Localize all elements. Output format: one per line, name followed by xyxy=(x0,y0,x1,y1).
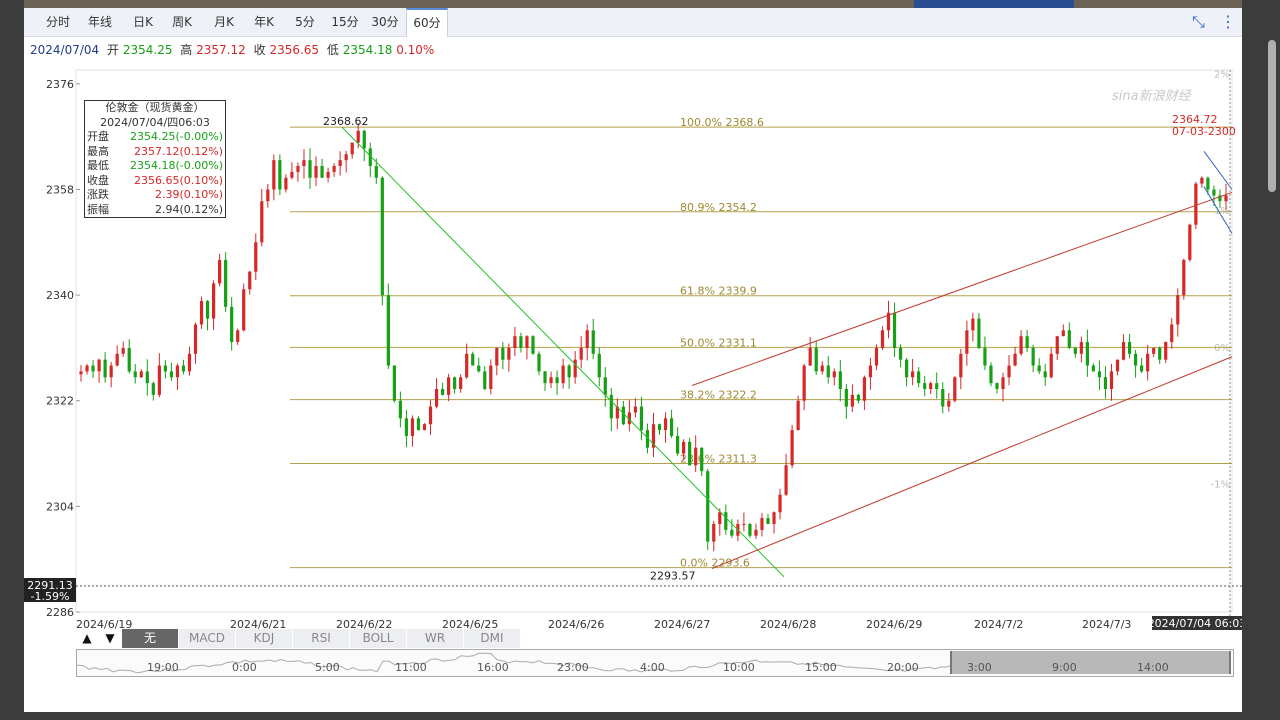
indicator-无[interactable]: 无 xyxy=(122,629,179,648)
arrow-down-button[interactable]: ▼ xyxy=(99,629,122,648)
x-tick-label: 2024/7/2 xyxy=(974,618,1023,631)
y-tick-label: 2358 xyxy=(46,183,74,196)
info-title: 伦敦金（现货黄金） xyxy=(105,101,205,114)
y-tick-label: 2286 xyxy=(46,606,74,619)
pct-tick-label: -1% xyxy=(1211,480,1230,491)
info-key: 最低 xyxy=(87,159,109,172)
candle xyxy=(796,395,800,431)
candle xyxy=(380,176,384,306)
y-tick-label: 2304 xyxy=(46,500,74,513)
info-row: 最高 2357.12(0.12%) xyxy=(85,145,225,160)
navigator-label: 0:00 xyxy=(232,661,257,674)
navigator-label: 11:00 xyxy=(395,661,427,674)
navigator-label: 20:00 xyxy=(887,661,919,674)
candle xyxy=(748,522,752,538)
x-tick-label: 2024/6/28 xyxy=(760,618,816,631)
info-row: 收盘 2356.65(0.10%) xyxy=(85,174,225,189)
indicator-kdj[interactable]: KDJ xyxy=(236,629,293,648)
indicator-bar: ▲ ▼ 无 MACD KDJ RSI BOLL WR DMI xyxy=(76,629,521,649)
indicator-rsi[interactable]: RSI xyxy=(293,629,350,648)
arrow-up-button[interactable]: ▲ xyxy=(76,629,99,648)
ohlc-info-box: 伦敦金（现货黄金） 2024/07/04/四06:03 开盘 2354.25(-0… xyxy=(84,100,226,218)
navigator-label: 10:00 xyxy=(723,661,755,674)
high-annotation: 2368.62 xyxy=(323,115,369,128)
navigator-label: 16:00 xyxy=(477,661,509,674)
navigator-label: 14:00 xyxy=(1137,661,1169,674)
fib-level-label: 38.2% 2322.2 xyxy=(680,389,757,402)
crosshair-time: 2024/07/04 06:03 xyxy=(1148,617,1242,630)
sina-watermark: sina新浪财经 xyxy=(1112,88,1193,104)
info-value: 2354.18(-0.00%) xyxy=(130,159,223,172)
info-key: 最高 xyxy=(87,144,109,158)
x-tick-label: 2024/6/26 xyxy=(548,618,604,631)
candle xyxy=(224,252,228,313)
candle xyxy=(278,154,282,196)
candle xyxy=(688,437,692,466)
candle xyxy=(199,296,204,329)
fib-level-label: 23.6% 2311.3 xyxy=(680,453,757,466)
indicator-boll[interactable]: BOLL xyxy=(350,629,407,648)
x-tick-label: 2024/6/29 xyxy=(866,618,922,631)
navigator-label: 4:00 xyxy=(640,661,665,674)
top-banner xyxy=(24,0,1242,8)
pct-tick-label: 0% xyxy=(1214,343,1230,354)
navigator-label: 3:00 xyxy=(967,661,992,674)
x-tick-label: 2024/7/3 xyxy=(1082,618,1131,631)
fib-level-label: 61.8% 2339.9 xyxy=(680,285,757,298)
candle xyxy=(790,424,794,469)
fib-level-label: 50.0% 2331.1 xyxy=(680,336,757,349)
info-key: 涨跌 xyxy=(87,188,109,201)
indicator-dmi[interactable]: DMI xyxy=(464,629,521,648)
candle xyxy=(1188,223,1192,262)
banner-accent xyxy=(914,0,1074,8)
recent-high-time: 07-03-2300 xyxy=(1172,125,1236,138)
info-row: 最低 2354.18(-0.00%) xyxy=(85,159,225,174)
candle xyxy=(989,362,993,387)
candle xyxy=(1182,258,1186,300)
low-annotation: 2293.57 xyxy=(650,570,696,583)
fib-level-label: 80.9% 2354.2 xyxy=(680,201,757,214)
candle xyxy=(531,335,535,355)
candle xyxy=(386,283,390,369)
page-scrollbar[interactable] xyxy=(1268,40,1276,192)
candle xyxy=(953,376,957,403)
fib-level-label: 100.0% 2368.6 xyxy=(680,116,764,129)
chart-panel: 分时 年线 日K 周K 月K 年K 5分 15分 30分 60分 ⤡ ⋮ 2024/07/04 开… xyxy=(24,8,1242,712)
info-value: 2356.65(0.10%) xyxy=(133,173,223,187)
pct-tick-label: 2% xyxy=(1214,69,1230,80)
navigator-label: 9:00 xyxy=(1052,661,1077,674)
info-row: 开盘 2354.25(-0.00%) xyxy=(85,130,225,145)
info-key: 开盘 xyxy=(87,130,109,143)
y-tick-label: 2340 xyxy=(46,289,74,302)
candle xyxy=(422,423,427,431)
info-value: 2354.25(-0.00%) xyxy=(130,130,223,143)
navigator-selection-handle[interactable] xyxy=(950,651,1231,674)
info-row: 涨跌 2.39(0.10%) xyxy=(85,188,225,203)
candle xyxy=(242,283,246,332)
y-tick-label: 2376 xyxy=(46,78,74,91)
info-value: 2.39(0.10%) xyxy=(154,188,223,201)
y-tick-label: 2322 xyxy=(46,395,74,408)
info-key: 振幅 xyxy=(87,202,109,216)
navigator-label: 19:00 xyxy=(147,661,179,674)
crosshair-pct: -1.59% xyxy=(31,590,70,603)
time-navigator[interactable]: 19:00 0:00 5:00 11:00 16:00 23:00 4:00 10:00 15:… xyxy=(76,649,1234,677)
candle xyxy=(706,468,710,551)
indicator-macd[interactable]: MACD xyxy=(179,629,236,648)
navigator-label: 15:00 xyxy=(805,661,837,674)
info-value: 2.94(0.12%) xyxy=(154,202,223,216)
candle xyxy=(392,365,396,403)
navigator-label: 23:00 xyxy=(557,661,589,674)
x-tick-label: 2024/6/27 xyxy=(654,618,710,631)
info-value: 2357.12(0.12%) xyxy=(133,144,223,158)
navigator-label: 5:00 xyxy=(315,661,340,674)
indicator-wr[interactable]: WR xyxy=(407,629,464,648)
info-row: 振幅 2.94(0.12%) xyxy=(85,203,225,218)
info-key: 收盘 xyxy=(87,173,109,187)
info-datetime: 2024/07/04/四06:03 xyxy=(100,115,210,129)
